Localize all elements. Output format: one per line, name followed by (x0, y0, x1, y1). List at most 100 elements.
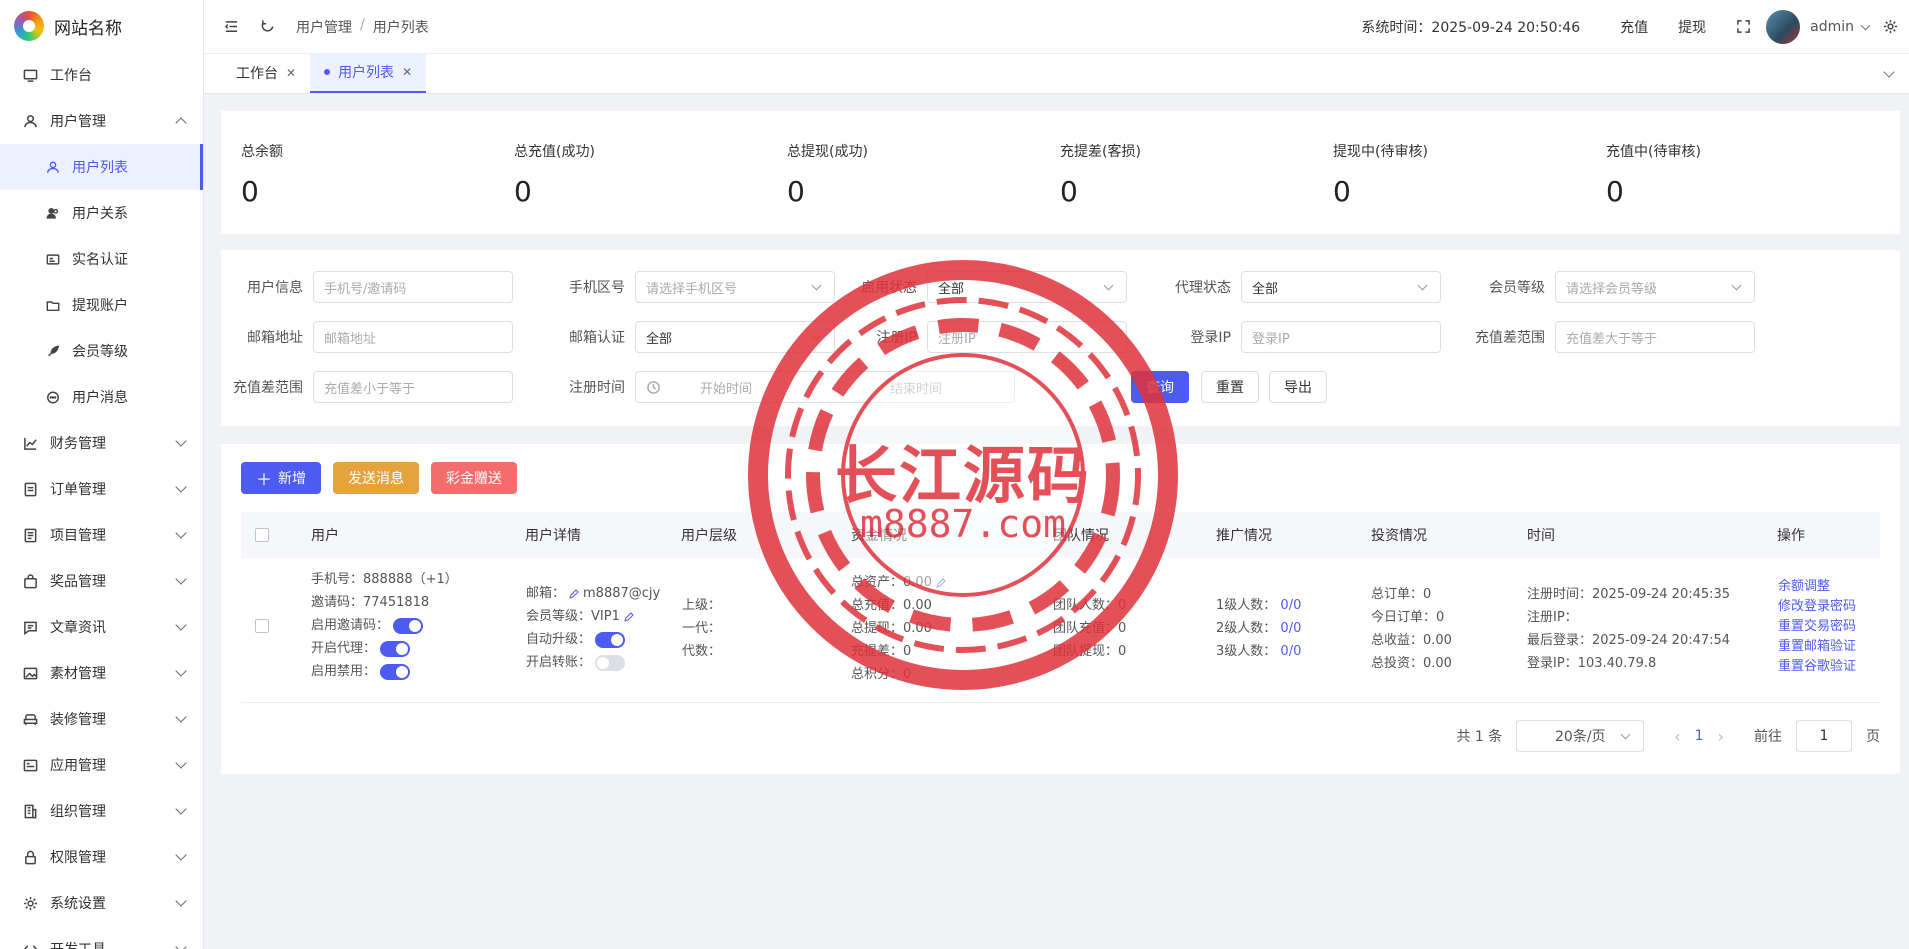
sidebar-item-user-management[interactable]: 用户管理 (0, 98, 203, 144)
agent-status-select[interactable]: 全部 (1241, 271, 1441, 303)
reset-google-verify-link[interactable]: 重置谷歌验证 (1778, 657, 1856, 677)
stat-total-recharge: 总充值(成功) 0 (514, 111, 787, 234)
level1-row: 1级人数： 0/0 (1216, 594, 1301, 617)
sidebar-item-projects[interactable]: 项目管理 (0, 512, 203, 558)
sidebar-subitem-user-relation[interactable]: 用户关系 (0, 190, 203, 236)
sidebar-subitem-user-message[interactable]: 用户消息 (0, 374, 203, 420)
sidebar-item-apps[interactable]: 应用管理 (0, 742, 203, 788)
ban-toggle[interactable] (380, 663, 411, 680)
sidebar-item-finance[interactable]: 财务管理 (0, 420, 203, 466)
stat-label: 总余额 (241, 144, 283, 160)
email-input[interactable]: 邮箱地址 (313, 321, 513, 353)
export-button[interactable]: 导出 (1269, 371, 1327, 403)
reset-trade-password-link[interactable]: 重置交易密码 (1778, 617, 1856, 637)
close-icon[interactable]: ✕ (286, 66, 296, 80)
withdraw-link[interactable]: 提现 (1678, 17, 1706, 37)
avatar[interactable] (1766, 10, 1801, 44)
chevron-down-icon[interactable] (1883, 66, 1895, 78)
auto-upgrade-toggle[interactable] (595, 631, 626, 648)
chevron-down-icon (1620, 729, 1631, 740)
user-name[interactable]: admin (1810, 19, 1854, 35)
team-recharge: 团队充值：0 (1053, 621, 1127, 636)
edit-icon[interactable] (624, 611, 634, 622)
tab-user-list[interactable]: 用户列表 ✕ (310, 53, 427, 93)
diff-min-input[interactable]: 充值差大于等于 (1555, 321, 1755, 353)
chevron-down-icon[interactable] (1860, 20, 1871, 30)
breadcrumb-item[interactable]: 用户管理 (296, 17, 352, 37)
sidebar-subitem-withdraw-account[interactable]: 提现账户 (0, 282, 203, 328)
balance-adjust-link[interactable]: 余额调整 (1778, 577, 1856, 597)
sidebar-item-label: 奖品管理 (50, 574, 106, 590)
menu-fold-icon[interactable] (224, 19, 240, 35)
points-text: 总积分：0 (851, 667, 912, 682)
sidebar-item-organization[interactable]: 组织管理 (0, 788, 203, 834)
level2-link[interactable]: 0/0 (1280, 621, 1301, 636)
tab-workbench[interactable]: 工作台 ✕ (222, 53, 310, 93)
auto-upgrade-row: 自动升级： (526, 628, 660, 651)
goto-page-input[interactable]: 1 (1796, 720, 1852, 752)
gear-icon[interactable] (1883, 19, 1899, 35)
reg-ip-input[interactable]: 注册IP (927, 321, 1127, 353)
row-checkbox[interactable] (255, 619, 269, 633)
add-button[interactable]: ＋ 新增 (241, 462, 322, 494)
sidebar-item-workbench[interactable]: 工作台 (0, 52, 203, 98)
edit-icon[interactable] (569, 588, 579, 599)
sidebar-item-permissions[interactable]: 权限管理 (0, 834, 203, 880)
stat-label: 总提现(成功) (787, 144, 868, 160)
phone-area-select[interactable]: 请选择手机区号 (635, 271, 835, 303)
end-time[interactable]: 结束时间 (890, 378, 942, 397)
sidebar-item-orders[interactable]: 订单管理 (0, 466, 203, 512)
column-header: 操作 (1777, 528, 1805, 544)
sidebar-item-materials[interactable]: 素材管理 (0, 650, 203, 696)
select-all-checkbox[interactable] (255, 528, 269, 542)
user-info-input[interactable]: 手机号/邀请码 (313, 271, 513, 303)
goto-label: 前往 (1754, 729, 1782, 745)
prev-page-icon[interactable]: ‹ (1674, 727, 1680, 746)
edit-icon[interactable] (936, 577, 946, 588)
gift-button[interactable]: 彩金赠送 (431, 462, 518, 494)
level3-link[interactable]: 0/0 (1280, 644, 1301, 659)
level-row: 会员等级：VIP1 (526, 605, 660, 628)
sidebar-item-prizes[interactable]: 奖品管理 (0, 558, 203, 604)
transfer-toggle[interactable] (595, 654, 626, 671)
login-ip-input[interactable]: 登录IP (1241, 321, 1441, 353)
diff-text: 充提差：0 (851, 644, 912, 659)
reset-email-verify-link[interactable]: 重置邮箱验证 (1778, 637, 1856, 657)
recharge-text: 总充值：0.00 (851, 598, 932, 613)
generation-text: 代数： (682, 644, 722, 659)
team-count: 团队人数：0 (1053, 598, 1127, 613)
next-page-icon[interactable]: › (1718, 727, 1724, 746)
query-button[interactable]: 查询 (1131, 371, 1189, 403)
change-login-password-link[interactable]: 修改登录密码 (1778, 597, 1856, 617)
sidebar-item-articles[interactable]: 文章资讯 (0, 604, 203, 650)
sidebar-subitem-user-list[interactable]: 用户列表 (0, 144, 203, 190)
email-verify-select[interactable]: 全部 (635, 321, 835, 353)
reg-time-range[interactable]: 开始时间 结束时间 (635, 371, 1015, 403)
close-icon[interactable]: ✕ (402, 65, 412, 79)
hierarchy-cell: 上级： 一代： 代数： (682, 594, 721, 663)
recharge-link[interactable]: 充值 (1620, 17, 1648, 37)
page-size-select[interactable]: 20条/页 (1516, 720, 1645, 752)
sidebar-item-settings[interactable]: 系统设置 (0, 880, 203, 926)
time-cell: 注册时间：2025-09-24 20:45:35 注册IP： 最后登录：2025… (1527, 583, 1730, 675)
level1-link[interactable]: 0/0 (1280, 598, 1301, 613)
brand[interactable]: 网站名称 (0, 0, 203, 52)
sidebar-subitem-member-level[interactable]: 会员等级 (0, 328, 203, 374)
total-income: 总收益：0.00 (1371, 633, 1452, 648)
member-level-select[interactable]: 请选择会员等级 (1555, 271, 1755, 303)
send-message-button[interactable]: 发送消息 (333, 462, 420, 494)
sidebar-item-label: 权限管理 (50, 850, 106, 866)
refresh-icon[interactable] (260, 19, 276, 35)
sidebar-item-dev-tools[interactable]: 开发工具 (0, 926, 203, 949)
header-right: 系统时间：2025-09-24 20:50:46 充值 提现 admin (1361, 0, 1909, 54)
invite-toggle[interactable] (393, 617, 424, 634)
diff-max-input[interactable]: 充值差小于等于 (313, 371, 513, 403)
reset-button[interactable]: 重置 (1201, 371, 1259, 403)
sidebar-subitem-real-name[interactable]: 实名认证 (0, 236, 203, 282)
fullscreen-icon[interactable] (1736, 19, 1752, 35)
enable-status-select[interactable]: 全部 (927, 271, 1127, 303)
sidebar-item-decoration[interactable]: 装修管理 (0, 696, 203, 742)
agent-toggle[interactable] (380, 640, 411, 657)
page-number[interactable]: 1 (1695, 728, 1704, 744)
start-time[interactable]: 开始时间 (700, 378, 830, 397)
